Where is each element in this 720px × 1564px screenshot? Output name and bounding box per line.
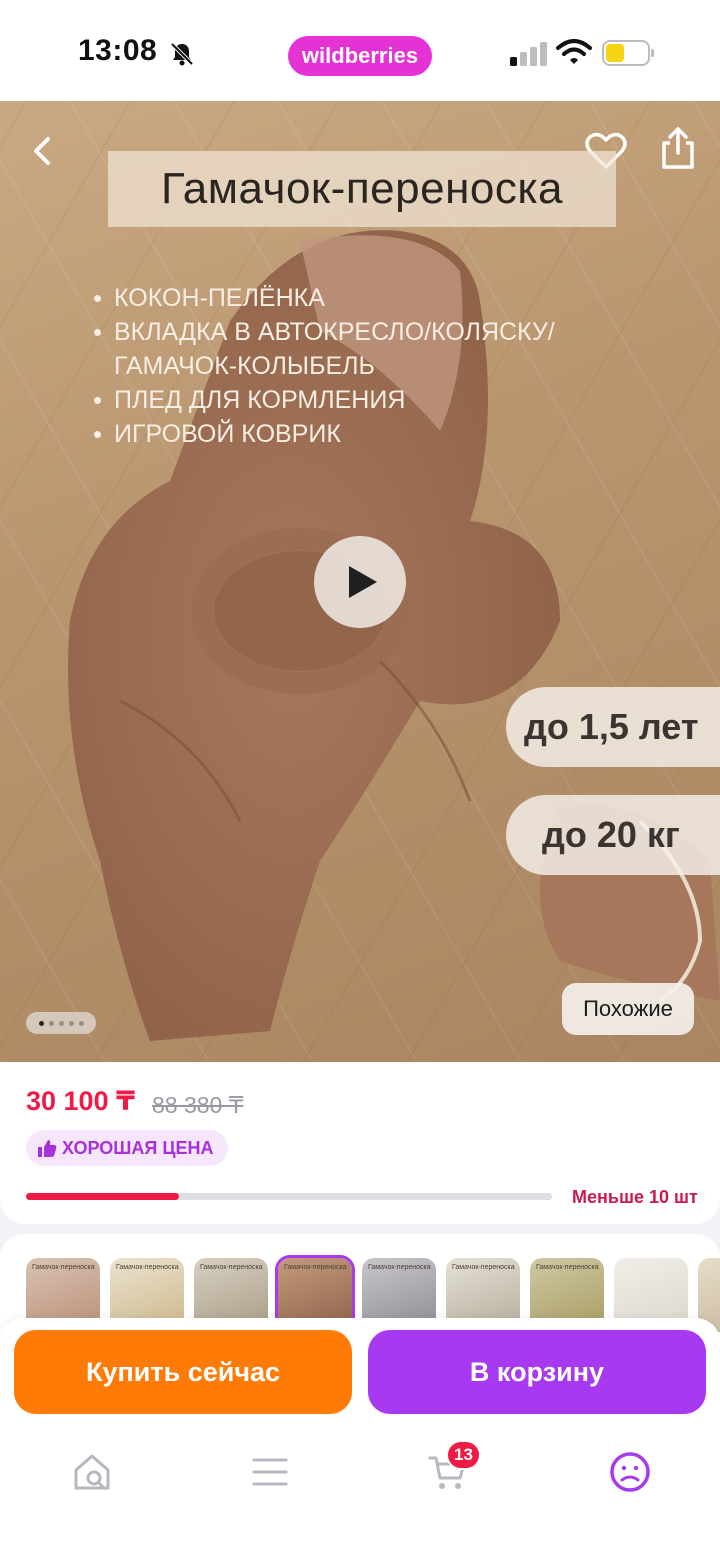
wildberries-logo: wildberries (288, 36, 432, 76)
wifi-icon (556, 39, 592, 64)
status-bar: 13:08 wildberries (0, 0, 720, 101)
back-arrow-icon[interactable] (24, 131, 60, 171)
tab-home[interactable] (70, 1450, 114, 1494)
battery-icon (602, 40, 654, 66)
tab-catalog[interactable] (248, 1450, 292, 1494)
pagination-dot (68, 1020, 74, 1026)
thumbnail-label: Гамачок-переноска (200, 1264, 263, 1271)
product-title: Гамачок-переноска (160, 164, 564, 213)
bottom-tab-bar: 13 (0, 1428, 720, 1564)
thumbnail-label: Гамачок-переноска (536, 1264, 599, 1271)
buy-now-button[interactable]: Купить сейчас (14, 1330, 352, 1414)
current-price: 30 100 ₸ (26, 1086, 135, 1116)
pagination-dot (58, 1020, 64, 1026)
pagination-dot (48, 1020, 54, 1026)
price-card: 30 100 ₸ 88 380 ₸ ХОРОШАЯ ЦЕНА Меньше 10… (0, 1062, 720, 1224)
thumbnail-label: Гамачок-переноска (452, 1264, 515, 1271)
share-icon[interactable] (658, 125, 698, 171)
play-icon (349, 566, 377, 598)
weight-text: до 20 кг (542, 814, 680, 855)
age-label: до 1,5 лет (506, 687, 720, 767)
age-text: до 1,5 лет (524, 706, 699, 747)
feature-item: ПЛЕД ДЛЯ КОРМЛЕНИЯ (92, 383, 555, 417)
action-bar: Купить сейчас В корзину (0, 1318, 720, 1428)
pagination-dot (38, 1020, 44, 1026)
profile-icon (610, 1452, 650, 1492)
product-gallery[interactable]: Гамачок-переноска КОКОН-ПЕЛЁНКА ВКЛАДКА … (0, 101, 720, 1062)
product-title-banner: Гамачок-переноска (108, 151, 616, 227)
catalog-menu-icon (252, 1458, 288, 1486)
pagination-dot (78, 1020, 84, 1026)
feature-item: ИГРОВОЙ КОВРИК (92, 417, 555, 451)
thumbnail-label: Гамачок-переноска (284, 1264, 347, 1271)
stock-progress-fill (26, 1193, 179, 1200)
good-price-badge[interactable]: ХОРОШАЯ ЦЕНА (26, 1130, 228, 1166)
stock-text: Меньше 10 шт (572, 1187, 698, 1207)
gallery-pagination (26, 1012, 96, 1034)
thumbs-up-icon (38, 1140, 57, 1157)
feature-item: ВКЛАДКА В АВТОКРЕСЛО/КОЛЯСКУ/ (92, 315, 555, 349)
cart-count-badge: 13 (446, 1440, 481, 1470)
status-time: 13:08 (78, 34, 158, 67)
play-video-button[interactable] (314, 536, 406, 628)
feature-item: ГАМАЧОК-КОЛЫБЕЛЬ (114, 352, 375, 380)
home-search-icon (74, 1454, 110, 1490)
good-price-text: ХОРОШАЯ ЦЕНА (62, 1137, 214, 1158)
feature-item: КОКОН-ПЕЛЁНКА (92, 281, 555, 315)
tab-profile[interactable] (608, 1450, 652, 1494)
add-to-cart-button[interactable]: В корзину (368, 1330, 706, 1414)
thumbnail-label: Гамачок-переноска (116, 1264, 179, 1271)
thumbnail-label: Гамачок-переноска (32, 1264, 95, 1271)
thumbnail-label: Гамачок-переноска (368, 1264, 431, 1271)
cellular-signal-icon (510, 42, 547, 66)
bell-off-icon (170, 42, 194, 66)
feature-list: КОКОН-ПЕЛЁНКА ВКЛАДКА В АВТОКРЕСЛО/КОЛЯС… (92, 281, 555, 451)
weight-label: до 20 кг (506, 795, 720, 875)
stock-progress-bar (26, 1193, 552, 1200)
similar-button[interactable]: Похожие (562, 983, 694, 1035)
old-price: 88 380 ₸ (152, 1092, 244, 1118)
